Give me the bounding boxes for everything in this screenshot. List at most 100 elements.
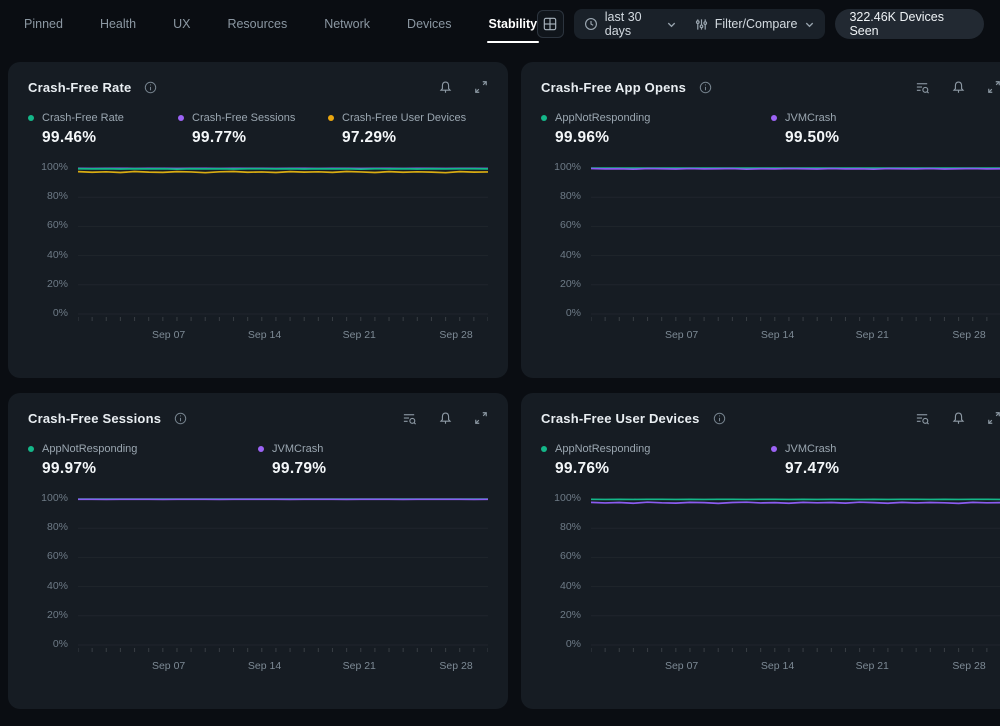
y-axis: 100% 80% 60% 40% 20% 0% [28,493,78,655]
y-axis-label: 60% [47,550,68,562]
line-chart-crash-free-app-opens: 100%80%60%40%20%0% Sep 07Sep 14Sep 21Sep… [541,162,1000,343]
legend-item: Crash-Free Sessions 99.77% [178,112,328,147]
legend-label: AppNotResponding [42,443,137,455]
x-axis: Sep 07 Sep 14 Sep 21 Sep 28 [591,658,1000,674]
legend-value: 99.97% [42,460,258,478]
series-line-JVMCrash [591,169,1000,170]
line-chart-crash-free-user-devices: 100%80%60%40%20%0% Sep 07Sep 14Sep 21Sep… [541,493,1000,674]
legend-label: Crash-Free Sessions [192,112,295,124]
tab-stability[interactable]: Stability [489,9,538,39]
legend-item: JVMCrash 97.47% [771,443,1000,478]
time-range-dropdown[interactable]: last 30 days [584,10,677,38]
legend-item: JVMCrash 99.50% [771,112,1000,147]
devices-seen-badge: 322.46K Devices Seen [835,9,984,39]
y-axis-label: 0% [53,307,68,319]
expand-icon[interactable] [987,80,1000,95]
legend-value: 97.29% [342,129,478,147]
alert-bell-icon[interactable] [438,411,453,426]
x-axis-label: Sep 07 [152,660,185,672]
list-search-icon[interactable] [402,411,417,426]
y-axis-label: 20% [47,278,68,290]
filter-compare-dropdown[interactable]: Filter/Compare [695,17,816,31]
list-search-icon[interactable] [915,80,930,95]
nav-tabs: Pinned Health UX Resources Network Devic… [24,9,537,39]
legend-value: 99.79% [272,460,488,478]
legend-value: 99.46% [42,129,178,147]
legend-dot [328,115,334,121]
y-axis-label: 100% [41,161,68,173]
x-axis-label: Sep 07 [665,660,698,672]
y-axis-label: 0% [53,638,68,650]
x-axis-label: Sep 28 [952,660,985,672]
tab-resources[interactable]: Resources [227,9,287,39]
y-axis-label: 80% [47,190,68,202]
line-chart-svg [78,162,488,324]
y-axis: 100%80%60%40%20%0% [541,493,591,655]
card-crash-free-rate: Crash-Free Rate Crash-Free Rate 99.46% C… [8,62,508,378]
x-axis-label: Sep 14 [761,660,794,672]
line-chart-svg [78,493,488,655]
info-icon[interactable] [174,412,187,425]
info-icon[interactable] [713,412,726,425]
y-axis-label: 60% [47,219,68,231]
chart-plot-area[interactable]: Sep 07Sep 14Sep 21Sep 28 [78,493,488,674]
legend-item: AppNotResponding 99.97% [28,443,258,478]
chart-plot-area[interactable]: Sep 07Sep 14Sep 21Sep 28 [78,162,488,343]
legend-dot [258,446,264,452]
legend-label: JVMCrash [785,112,836,124]
legend-item: AppNotResponding 99.76% [541,443,771,478]
card-actions [915,80,1000,95]
tab-ux[interactable]: UX [173,9,190,39]
y-axis-label: 100% [41,492,68,504]
legend-dot [178,115,184,121]
legend-label: JVMCrash [785,443,836,455]
chart-plot-area[interactable]: Sep 07 Sep 14 Sep 21 Sep 28 [591,493,1000,674]
expand-icon[interactable] [474,411,488,426]
chart-plot-area[interactable]: Sep 07Sep 14Sep 21Sep 28 [591,162,1000,343]
legend-dot [541,446,547,452]
line-chart-svg [591,162,1000,324]
card-actions [402,411,488,426]
info-icon[interactable] [144,81,157,94]
tab-network[interactable]: Network [324,9,370,39]
legend-value: 99.96% [555,129,771,147]
tab-health[interactable]: Health [100,9,136,39]
tab-devices[interactable]: Devices [407,9,451,39]
tab-pinned[interactable]: Pinned [24,9,63,39]
toolbar-controls: last 30 days Filter/Compare 322 [537,9,984,39]
chart-legend: Crash-Free Rate 99.46% Crash-Free Sessio… [28,112,488,147]
y-axis-label: 80% [47,521,68,533]
dashboard-grid-button[interactable] [537,10,564,38]
legend-item: AppNotResponding 99.96% [541,112,771,147]
chevron-down-icon [804,19,815,30]
alert-bell-icon[interactable] [438,80,453,95]
chart-legend: AppNotResponding 99.97% JVMCrash 99.79% [28,443,488,478]
card-header: Crash-Free Sessions [28,411,488,426]
card-crash-free-app-opens: Crash-Free App Opens AppNotResponding 99… [521,62,1000,378]
card-header: Crash-Free Rate [28,80,488,95]
y-axis-label: 0% [566,307,581,319]
card-header: Crash-Free User Devices [541,411,1000,426]
list-search-icon[interactable] [915,411,930,426]
legend-dot [541,115,547,121]
alert-bell-icon[interactable] [951,80,966,95]
legend-label: AppNotResponding [555,112,650,124]
expand-icon[interactable] [987,411,1000,426]
y-axis-label: 60% [560,219,581,231]
filter-compare-label: Filter/Compare [715,17,798,31]
line-chart-svg [591,493,1000,655]
alert-bell-icon[interactable] [951,411,966,426]
chevron-down-icon [666,19,677,30]
y-axis-label: 20% [47,609,68,621]
y-axis-label: 20% [560,609,581,621]
x-axis-label: Sep 21 [856,660,889,672]
time-range-label: last 30 days [605,10,659,38]
expand-icon[interactable] [474,80,488,95]
y-axis-label: 40% [47,580,68,592]
info-icon[interactable] [699,81,712,94]
legend-value: 99.76% [555,460,771,478]
line-chart-crash-free-rate: 100%80%60%40%20%0% Sep 07Sep 14Sep 21Sep… [28,162,488,343]
x-axis-label: Sep 21 [343,660,376,672]
x-axis-label: Sep 28 [439,329,472,341]
legend-item: Crash-Free User Devices 97.29% [328,112,478,147]
